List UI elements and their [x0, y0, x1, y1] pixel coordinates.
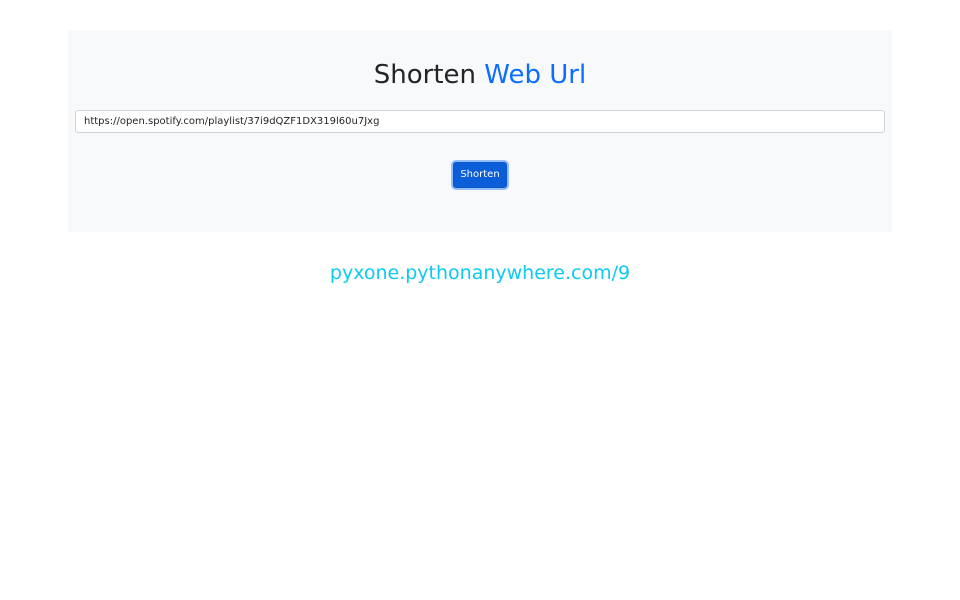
short-url-link[interactable]: pyxone.pythonanywhere.com/9	[0, 259, 960, 287]
page-title: Shorten Web Url	[0, 58, 960, 92]
title-web-url: Web Url	[484, 60, 587, 90]
url-input[interactable]	[75, 110, 885, 133]
shorten-button[interactable]: Shorten	[453, 162, 507, 188]
title-shorten: Shorten	[373, 60, 477, 90]
